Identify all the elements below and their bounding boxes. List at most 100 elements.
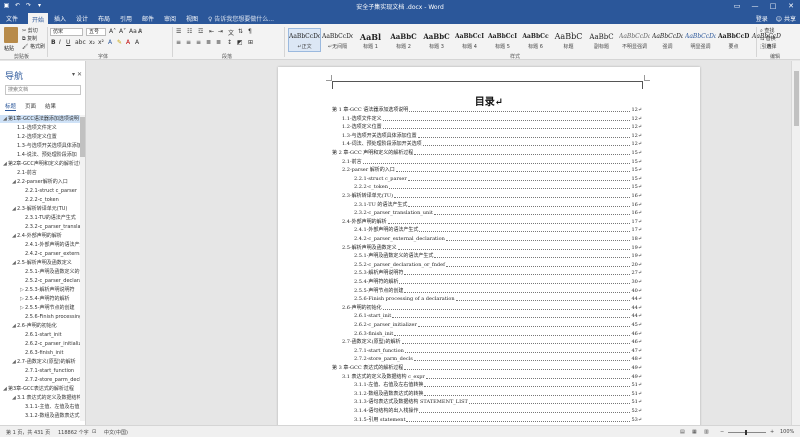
bullets-icon[interactable]: ☰	[176, 28, 181, 35]
tab-home[interactable]: 开始	[28, 13, 49, 24]
style-title[interactable]: AaBbC 标题	[552, 28, 585, 52]
align-center-icon[interactable]: ≡	[186, 39, 191, 46]
nav-item[interactable]: ◢2.5-解析声明及函数定义	[0, 259, 80, 267]
toc-entry[interactable]: 2.1-前言 15↵	[342, 159, 642, 166]
zoom-out-icon[interactable]: −	[720, 429, 724, 435]
toc-entry[interactable]: 2.6-声明的初始化 44↵	[342, 305, 642, 312]
decrease-indent-icon[interactable]: ⇤	[209, 28, 214, 35]
chinese-layout-icon[interactable]: 文	[228, 28, 234, 37]
char-shading-icon[interactable]: A	[135, 39, 139, 46]
toc-entry[interactable]: 2.3-解析转译单元(TU) 16↵	[342, 193, 642, 200]
tab-insert[interactable]: 插入	[54, 14, 66, 23]
read-mode-icon[interactable]: ▤	[680, 429, 685, 435]
web-layout-icon[interactable]: ▥	[704, 429, 709, 435]
sort-icon[interactable]: ⇅	[238, 28, 243, 35]
nav-item[interactable]: 2.6.1-start_init	[0, 331, 80, 339]
font-color-icon[interactable]: A	[126, 39, 130, 46]
paste-icon[interactable]	[4, 27, 18, 43]
find-button[interactable]: ⌕ 查找	[760, 27, 774, 34]
toc-entry[interactable]: 第 1 章-GCC 语法器添加选项说明 12↵	[332, 107, 642, 114]
toc-entry[interactable]: 3.1.2-数组及函数表达式的转换 51↵	[354, 391, 642, 398]
document-page[interactable]: 目录↵ 第 1 章-GCC 语法器添加选项说明 12↵ 1.1-选项文件定义 12↵ 1…	[278, 67, 700, 425]
scroll-thumb[interactable]	[794, 71, 799, 126]
nav-item[interactable]: 2.6.2-c_parser_initializer	[0, 340, 80, 348]
tell-me-input[interactable]: ♀ 告诉我您想要做什么...	[208, 14, 274, 23]
nav-item[interactable]: ◢2.2-parser解析的入口	[0, 178, 80, 186]
zoom-slider-knob[interactable]	[745, 430, 747, 435]
toc-entry[interactable]: 2.7-函数定义(原型)的解析 46↵	[342, 339, 642, 346]
toc-entry[interactable]: 第 2 章-GCC 声明和定义的解析过程 15↵	[332, 150, 642, 157]
nav-item[interactable]: 2.3.2-c_parser_translation_unit	[0, 223, 80, 231]
style-heading-2[interactable]: AaBbC 标题 2	[387, 28, 420, 52]
font-name-select[interactable]: 仿宋	[50, 28, 83, 36]
toc-entry[interactable]: 2.4-外部声明的解析 17↵	[342, 219, 642, 226]
nav-item[interactable]: 2.4.1-外部声明的语法产生式	[0, 241, 80, 249]
toc-entry[interactable]: 3.1 表达式的定义及数据结构 c_expr 49↵	[342, 374, 642, 381]
share-button[interactable]: ☺ 共享	[776, 14, 796, 23]
superscript-icon[interactable]: x²	[98, 39, 104, 46]
subscript-icon[interactable]: x₂	[89, 39, 95, 46]
toc-entry[interactable]: 2.6.1-start_init 44↵	[354, 313, 642, 320]
cut-button[interactable]: ✂ 剪切	[22, 27, 38, 34]
nav-item[interactable]: 2.1-前言	[0, 169, 80, 177]
zoom-level[interactable]: 100%	[780, 429, 794, 435]
style-heading-4[interactable]: AaBbCcI 标题 4	[453, 28, 486, 52]
tab-view[interactable]: 视图	[186, 14, 198, 23]
toc-entry[interactable]: 2.2.2-c_token 15↵	[354, 184, 642, 191]
tab-review[interactable]: 审阅	[164, 14, 176, 23]
toc-entry[interactable]: 3.1.5-引用 statement 53↵	[354, 417, 642, 424]
style-strong[interactable]: AaBbCcDa 要点	[717, 28, 750, 52]
nav-item[interactable]: 2.4.2-c_parser_external_declaration	[0, 250, 80, 258]
print-layout-icon[interactable]: ▦	[692, 429, 697, 435]
zoom-in-icon[interactable]: +	[770, 429, 774, 435]
tab-references[interactable]: 引用	[120, 14, 132, 23]
italic-button[interactable]: I	[59, 39, 61, 46]
toc-entry[interactable]: 2.5.5-声明节点的创建 40↵	[354, 288, 642, 295]
nav-item[interactable]: ◢2.3-解析转译单元(TU)	[0, 205, 80, 213]
nav-item[interactable]: 2.3.1-TU的语法产生式	[0, 214, 80, 222]
nav-item[interactable]: ◢2.7-函数定义(原型)的解析	[0, 358, 80, 366]
ribbon-display-icon[interactable]: ▭	[728, 0, 746, 12]
tab-headings[interactable]: 标题	[5, 102, 17, 111]
nav-item[interactable]: 2.2.2-c_token	[0, 196, 80, 204]
style-emphasis[interactable]: AaBbCcDa 强调	[651, 28, 684, 52]
grow-font-icon[interactable]: A˄	[109, 28, 116, 35]
style-heading-6[interactable]: AaBbCc 标题 6	[519, 28, 552, 52]
multilevel-list-icon[interactable]: ☲	[198, 28, 203, 35]
nav-search-input[interactable]: 搜索文档	[5, 85, 81, 95]
toc-entry[interactable]: 3.1.3-语句表达式及数据结构 STATEMENT_LIST 51↵	[354, 399, 642, 406]
toc-entry[interactable]: 2.6.3-finish_init 46↵	[354, 331, 642, 338]
distributed-icon[interactable]: ≣	[216, 39, 221, 46]
nav-item[interactable]: ◢第3章-GCC表达式的解析过程	[0, 385, 80, 393]
toc-entry[interactable]: 2.5.4-声明符的解析 30↵	[354, 279, 642, 286]
toc-entry[interactable]: 3.1.1-左值、右值及左右值转换 51↵	[354, 382, 642, 389]
nav-close-icon[interactable]: ✕	[77, 71, 82, 78]
tab-file[interactable]: 文件	[6, 14, 18, 23]
shading-icon[interactable]: ◩	[237, 39, 243, 46]
maximize-button[interactable]: □	[764, 0, 782, 12]
select-button[interactable]: ⬚ 选择	[760, 43, 776, 50]
toc-entry[interactable]: 3.1.4-语句结构的出入栈操作 52↵	[354, 408, 642, 415]
toc-entry[interactable]: 2.5.6-Finish processing of a declaration…	[354, 296, 642, 303]
format-painter-button[interactable]: 🖌 格式刷	[22, 43, 45, 50]
tab-design[interactable]: 设计	[76, 14, 88, 23]
toc-entry[interactable]: 1.4-词法、预处理阶段添加开关选项 12↵	[342, 141, 642, 148]
nav-item[interactable]: 2.6.3-finish_init	[0, 349, 80, 357]
change-case-icon[interactable]: Aa	[129, 28, 137, 35]
numbering-icon[interactable]: ☷	[187, 28, 192, 35]
toc-entry[interactable]: 2.2.1-struct c_parser 15↵	[354, 176, 642, 183]
nav-item[interactable]: 2.5.1-声明及函数定义的语法产生式	[0, 268, 80, 276]
paste-button[interactable]: 粘贴	[4, 45, 14, 52]
nav-item[interactable]: 1.1-选项文件定义	[0, 124, 80, 132]
strikethrough-icon[interactable]: abc	[75, 39, 86, 46]
justify-icon[interactable]: ≣	[206, 39, 211, 46]
toc-entry[interactable]: 2.5-解析声明及函数定义 19↵	[342, 245, 642, 252]
nav-item[interactable]: 3.1.2-数组及函数表达式	[0, 412, 80, 420]
nav-item[interactable]: ◢3.1 表达式的定义及数据结构	[0, 394, 80, 402]
nav-scrollbar[interactable]	[80, 115, 85, 421]
nav-item[interactable]: ▷2.5.3-解析声明说明符	[0, 286, 80, 294]
minimize-button[interactable]: —	[746, 0, 764, 12]
toc-entry[interactable]: 1.2-选项定义位置 12↵	[342, 124, 642, 131]
nav-scroll-thumb[interactable]	[80, 117, 85, 157]
nav-item[interactable]: 1.2-选项定义位置	[0, 133, 80, 141]
